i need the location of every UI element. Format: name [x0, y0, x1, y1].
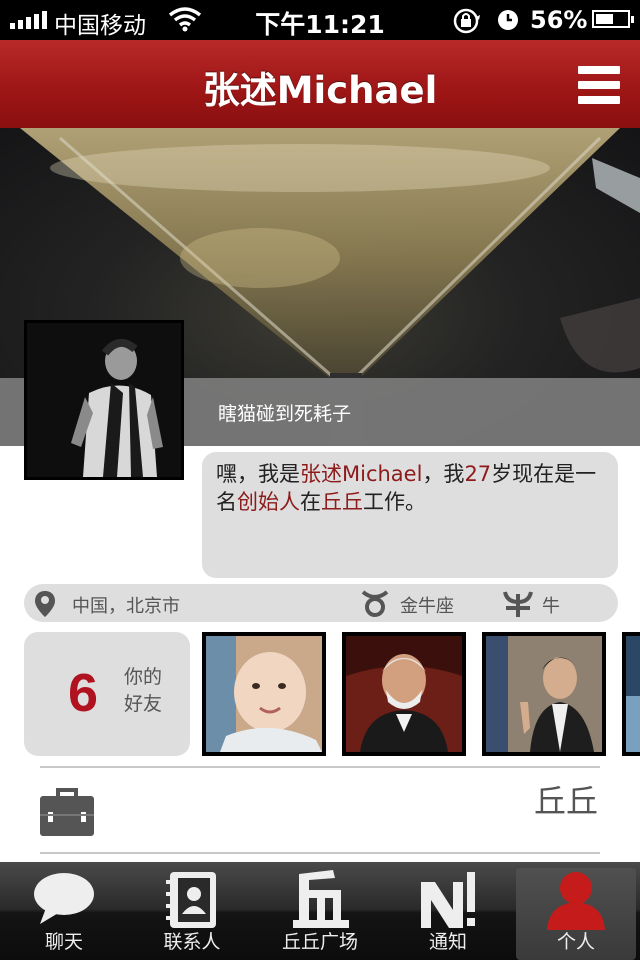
alarm-clock-icon	[496, 8, 520, 39]
nav-bar: 张述Michael	[0, 40, 640, 129]
info-strip: 中国，北京市 金牛座 牛	[24, 584, 618, 622]
tab-profile[interactable]: 个人	[516, 868, 636, 960]
page-title: 张述Michael	[202, 69, 438, 112]
taurus-icon	[360, 588, 390, 622]
friend-avatar-man-beard[interactable]	[342, 632, 466, 756]
zodiac-text: 金牛座	[400, 596, 454, 617]
rotation-lock-icon	[452, 7, 482, 42]
tab-bar: 聊天 联系人 丘丘广场 通知 个人	[0, 862, 640, 960]
person-icon	[516, 870, 636, 934]
bio-text: 嘿，我是张述Michael，我27岁现在是一名创始人在丘丘工作。	[202, 452, 618, 578]
tab-label: 丘丘广场	[281, 931, 358, 953]
bio-part: ，我	[422, 462, 465, 486]
avatar[interactable]	[24, 320, 184, 480]
divider	[40, 852, 600, 854]
chat-bubble-icon	[4, 870, 124, 930]
company-name: 丘丘	[533, 782, 598, 820]
friends-label: 你的好友	[124, 666, 163, 715]
briefcase-icon	[40, 786, 94, 840]
tab-label: 联系人	[163, 931, 221, 953]
bio-age: 27	[464, 462, 492, 486]
bio-company: 丘丘	[321, 490, 363, 514]
bio-part: 工作。	[363, 490, 426, 514]
battery-icon	[592, 10, 634, 28]
chinese-zodiac-text: 牛	[542, 596, 560, 617]
tab-label: 通知	[428, 931, 467, 953]
battery-percentage: 56%	[530, 6, 588, 34]
ox-icon	[502, 588, 534, 622]
tab-label: 个人	[556, 931, 595, 953]
divider	[40, 766, 600, 768]
bio-part: 在	[300, 490, 321, 514]
tab-notifications[interactable]: 通知	[388, 862, 508, 960]
bio-role: 创始人	[237, 490, 300, 514]
bio-part: 嘿，我是	[216, 462, 300, 486]
tab-qiuqiu-square[interactable]: 丘丘广场	[260, 862, 380, 960]
contacts-book-icon	[132, 870, 252, 934]
friend-avatar-baby[interactable]	[202, 632, 326, 756]
bio-name: 张述Michael	[300, 462, 423, 486]
status-bar: 中国移动 下午11:21 56%	[0, 0, 640, 40]
friends-count: 6	[68, 663, 99, 723]
notification-icon	[388, 870, 508, 934]
friend-avatar-partial[interactable]	[622, 632, 640, 756]
tab-chat[interactable]: 聊天	[4, 862, 124, 960]
qiuqiu-square-icon	[260, 870, 380, 934]
tab-contacts[interactable]: 联系人	[132, 862, 252, 960]
location-text: 中国，北京市	[72, 596, 180, 617]
tagline: 瞎猫碰到死耗子	[218, 403, 352, 425]
friends-count-box[interactable]: 6 你的好友	[24, 632, 190, 756]
friend-avatar-man-smiling[interactable]	[482, 632, 606, 756]
hamburger-menu-icon[interactable]	[578, 64, 622, 106]
location-pin-icon	[34, 590, 56, 622]
tab-label: 聊天	[44, 931, 83, 953]
